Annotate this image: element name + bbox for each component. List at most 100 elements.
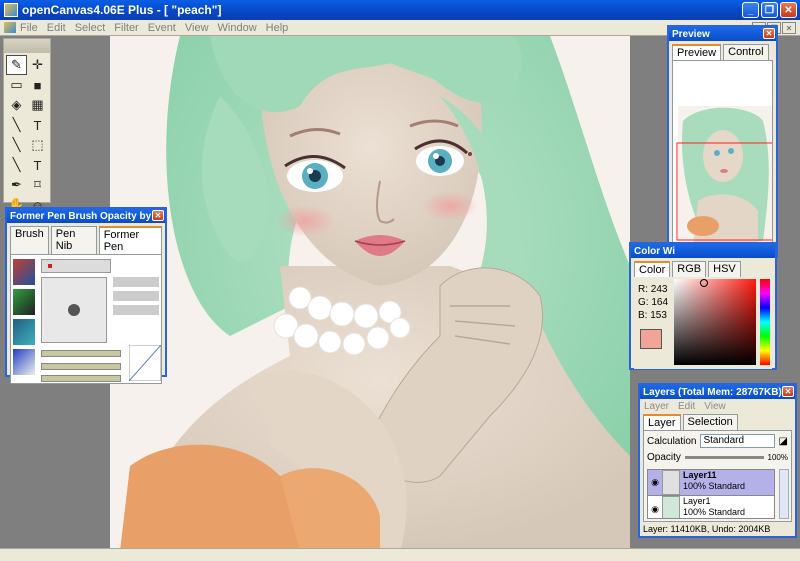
brush-presets — [13, 259, 35, 379]
menu-help[interactable]: Help — [266, 22, 289, 34]
menu-file[interactable]: File — [20, 22, 38, 34]
tab-brush[interactable]: Brush — [10, 226, 49, 254]
layer-thumbnail — [662, 470, 680, 495]
preset-airbrush-icon[interactable] — [13, 349, 35, 375]
eye-icon[interactable]: ◉ — [648, 496, 662, 518]
tab-rgb[interactable]: RGB — [672, 261, 707, 277]
calculation-label: Calculation — [647, 435, 697, 447]
document-icon[interactable] — [4, 22, 16, 33]
rect-tool-icon[interactable]: ▭ — [6, 75, 27, 95]
crop-tool-icon[interactable]: ⌑ — [27, 175, 48, 195]
layers-menu-view[interactable]: View — [704, 401, 726, 412]
eye-icon[interactable]: ◉ — [648, 470, 662, 495]
brush-preview — [41, 277, 107, 343]
density-slider[interactable] — [41, 363, 121, 370]
window-title: openCanvas4.06E Plus - [ "peach"] — [22, 3, 222, 17]
line-tool-icon[interactable]: ╲ — [6, 115, 27, 135]
layer-list-scrollbar[interactable] — [779, 469, 789, 519]
layers-menu-edit[interactable]: Edit — [678, 401, 695, 412]
color-panel: Color Wi Color RGB HSV R: 243 G: 164 B: … — [629, 242, 777, 370]
preset-water-icon[interactable] — [13, 319, 35, 345]
color-picker-cursor[interactable] — [700, 279, 708, 287]
menu-view[interactable]: View — [185, 22, 209, 34]
g-value: G: 164 — [638, 297, 669, 308]
brush-panel-title: Former Pen Brush Opacity by ... ✕ — [7, 209, 165, 223]
brush-dot-icon — [68, 304, 80, 316]
menu-filter[interactable]: Filter — [114, 22, 138, 34]
lasso-tool-icon[interactable]: ⬚ — [27, 135, 48, 155]
foreground-swatch[interactable] — [640, 329, 662, 349]
line2-tool-icon[interactable]: ╲ — [6, 135, 27, 155]
layers-panel-close-icon[interactable]: ✕ — [782, 386, 794, 397]
layer-mode: 100% Standard — [683, 507, 746, 517]
layer-opacity-slider[interactable] — [684, 456, 764, 459]
option-slider-1[interactable] — [113, 277, 159, 287]
blend-slider[interactable] — [41, 375, 121, 382]
color-panel-title: Color Wi — [631, 244, 775, 258]
color-area: R: 243 G: 164 B: 153 — [634, 277, 772, 369]
tab-pen-nib[interactable]: Pen Nib — [50, 226, 97, 254]
maximize-button[interactable]: ❐ — [761, 2, 778, 18]
fill-rect-tool-icon[interactable]: ■ — [27, 75, 48, 95]
hue-slider[interactable] — [760, 279, 770, 365]
bucket-tool-icon[interactable]: ◈ — [6, 95, 27, 115]
window-titlebar: openCanvas4.06E Plus - [ "peach"] _ ❐ ✕ — [0, 0, 800, 20]
opacity-slider[interactable] — [41, 350, 121, 357]
artwork-illustration — [120, 36, 630, 551]
tab-preview[interactable]: Preview — [672, 44, 722, 60]
horizontal-scrollbar[interactable] — [0, 548, 800, 561]
layer-row[interactable]: ◉ Layer11 100% Standard — [648, 470, 774, 496]
tab-selection[interactable]: Selection — [682, 414, 738, 430]
pressure-curve[interactable] — [129, 345, 161, 381]
layer-name: Layer11 — [683, 470, 717, 480]
menu-event[interactable]: Event — [148, 22, 176, 34]
brush-panel-close-icon[interactable]: ✕ — [152, 210, 164, 221]
b-value: B: 153 — [638, 310, 667, 321]
tab-hsv[interactable]: HSV — [708, 261, 741, 277]
doc-close-button[interactable]: ✕ — [782, 22, 796, 34]
drawing-canvas[interactable] — [110, 36, 630, 551]
eyedropper-tool-icon[interactable]: ✒ — [6, 175, 27, 195]
preview-panel-title: Preview ✕ — [669, 27, 776, 41]
layers-status: Layer: 11410KB, Undo: 2004KB — [643, 524, 771, 534]
layers-panel-title: Layers (Total Mem: 28767KB) ✕ — [640, 385, 795, 399]
tab-control[interactable]: Control — [723, 44, 769, 60]
app-icon — [4, 3, 18, 17]
calculation-select[interactable]: Standard — [700, 434, 775, 448]
close-button[interactable]: ✕ — [780, 2, 797, 18]
text-tool-icon[interactable]: T — [27, 115, 48, 135]
minimize-button[interactable]: _ — [742, 2, 759, 18]
text2-tool-icon[interactable]: T — [27, 155, 48, 175]
layer-thumbnail — [662, 496, 680, 518]
layer-row[interactable]: ◉ Layer1 100% Standard — [648, 496, 774, 518]
preview-image — [676, 106, 772, 246]
preset-pen-icon[interactable] — [13, 289, 35, 315]
r-value: R: 243 — [638, 284, 668, 295]
preview-panel: Preview ✕ Preview Control — [667, 25, 778, 258]
saturation-value-picker[interactable] — [674, 279, 756, 365]
tab-color[interactable]: Color — [634, 261, 671, 277]
option-slider-3[interactable] — [113, 305, 159, 315]
toolbox-grip[interactable] — [4, 39, 50, 53]
gradient-tool-icon[interactable]: ▦ — [27, 95, 48, 115]
brush-panel: Former Pen Brush Opacity by ... ✕ Brush … — [5, 207, 167, 384]
preset-brush-icon[interactable] — [13, 259, 35, 285]
option-slider-2[interactable] — [113, 291, 159, 301]
preview-thumbnail[interactable] — [672, 60, 773, 250]
size-slider[interactable] — [41, 259, 111, 273]
preview-panel-close-icon[interactable]: ✕ — [763, 28, 775, 39]
toolbox-panel: ✎ ✛ ▭ ■ ◈ ▦ ╲ T ╲ ⬚ ╲ T ✒ ⌑ ✋ ☺ — [3, 38, 51, 213]
move-tool-icon[interactable]: ✛ — [27, 55, 48, 75]
tab-layer[interactable]: Layer — [643, 414, 681, 430]
menu-select[interactable]: Select — [75, 22, 106, 34]
layer-name: Layer1 — [683, 496, 711, 506]
menu-window[interactable]: Window — [218, 22, 257, 34]
pen-tool-icon[interactable]: ✎ — [6, 55, 27, 75]
layers-menu-layer[interactable]: Layer — [644, 401, 669, 412]
menu-edit[interactable]: Edit — [47, 22, 66, 34]
layer-mode: 100% Standard — [683, 481, 746, 491]
brush-settings-area — [10, 254, 162, 384]
blend-options-icon[interactable]: ◪ — [779, 436, 788, 447]
line3-tool-icon[interactable]: ╲ — [6, 155, 27, 175]
tab-former-pen[interactable]: Former Pen — [98, 226, 162, 254]
